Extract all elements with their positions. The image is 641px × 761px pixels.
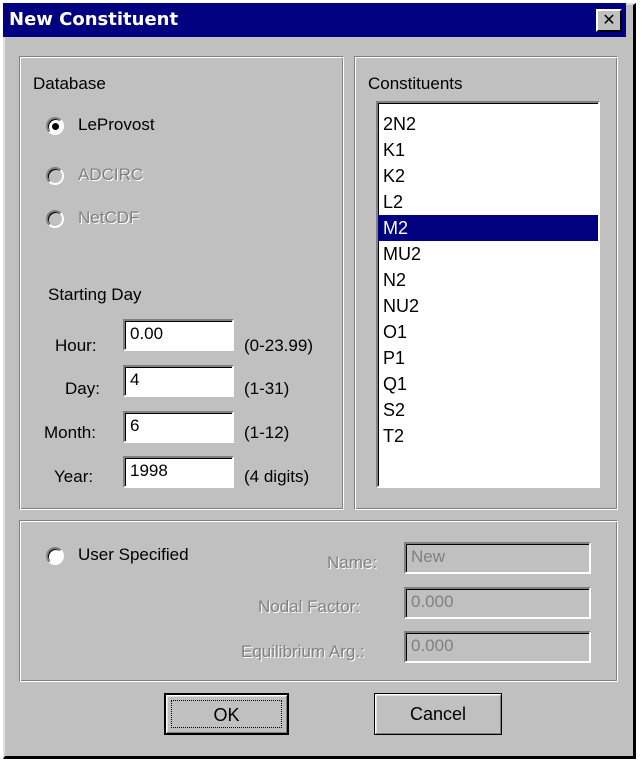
hour-input[interactable]: 0.00 bbox=[123, 319, 234, 351]
list-item[interactable]: L2 bbox=[378, 189, 598, 215]
hour-label: Hour: bbox=[55, 336, 97, 355]
radio-adcirc[interactable] bbox=[46, 167, 64, 185]
list-item[interactable]: T2 bbox=[378, 423, 598, 449]
year-range: (4 digits) bbox=[244, 467, 310, 486]
equilibrium-arg-label: Equilibrium Arg.: bbox=[241, 642, 365, 661]
radio-netcdf[interactable] bbox=[46, 210, 64, 228]
radio-selected-dot bbox=[52, 123, 59, 130]
constituents-group-title: Constituents bbox=[368, 74, 463, 93]
list-item[interactable]: MU2 bbox=[378, 241, 598, 267]
equilibrium-arg-field[interactable]: 0.000 bbox=[404, 631, 591, 663]
list-item[interactable]: K1 bbox=[378, 137, 598, 163]
name-label: Name: bbox=[327, 553, 378, 572]
nodal-factor-label: Nodal Factor: bbox=[258, 597, 361, 616]
list-item[interactable]: O1 bbox=[378, 319, 598, 345]
constituents-list[interactable]: 2N2 K1 K2 L2 M2 MU2 N2 NU2 O1 P1 Q1 S2 T… bbox=[376, 101, 600, 488]
cancel-button-label: Cancel bbox=[409, 704, 467, 724]
ok-button[interactable]: OK bbox=[164, 693, 289, 735]
close-icon: ✕ bbox=[602, 10, 616, 29]
list-item[interactable]: S2 bbox=[378, 397, 598, 423]
list-item[interactable]: P1 bbox=[378, 345, 598, 371]
month-range: (1-12) bbox=[244, 423, 290, 442]
radio-adcirc-label[interactable]: ADCIRC bbox=[78, 165, 143, 185]
nodal-factor-field[interactable]: 0.000 bbox=[404, 587, 591, 619]
list-item-selected[interactable]: M2 bbox=[378, 215, 598, 241]
month-input[interactable]: 6 bbox=[123, 411, 234, 443]
list-item[interactable]: NU2 bbox=[378, 293, 598, 319]
year-label: Year: bbox=[54, 467, 94, 486]
radio-user-specified-label[interactable]: User Specified bbox=[78, 545, 189, 565]
list-item[interactable]: Q1 bbox=[378, 371, 598, 397]
list-item[interactable]: K2 bbox=[378, 163, 598, 189]
month-label: Month: bbox=[44, 423, 96, 442]
ok-button-label: OK bbox=[213, 705, 240, 725]
hour-range: (0-23.99) bbox=[244, 336, 313, 355]
cancel-button[interactable]: Cancel bbox=[374, 693, 502, 735]
close-button[interactable]: ✕ bbox=[596, 9, 622, 32]
day-range: (1-31) bbox=[244, 379, 290, 398]
database-group-title: Database bbox=[33, 74, 106, 93]
day-label: Day: bbox=[65, 379, 100, 398]
radio-leprovost-label[interactable]: LeProvost bbox=[78, 115, 155, 135]
day-input[interactable]: 4 bbox=[123, 365, 234, 397]
starting-day-title: Starting Day bbox=[48, 285, 142, 304]
list-item[interactable]: 2N2 bbox=[378, 111, 598, 137]
year-input[interactable]: 1998 bbox=[123, 456, 234, 488]
radio-user-specified[interactable] bbox=[46, 547, 64, 565]
window-title: New Constituent bbox=[9, 9, 179, 30]
radio-netcdf-label[interactable]: NetCDF bbox=[78, 208, 139, 228]
radio-leprovost[interactable] bbox=[46, 117, 64, 135]
list-item[interactable]: N2 bbox=[378, 267, 598, 293]
title-bar[interactable]: New Constituent ✕ bbox=[3, 3, 626, 37]
name-field[interactable]: New bbox=[404, 542, 591, 574]
